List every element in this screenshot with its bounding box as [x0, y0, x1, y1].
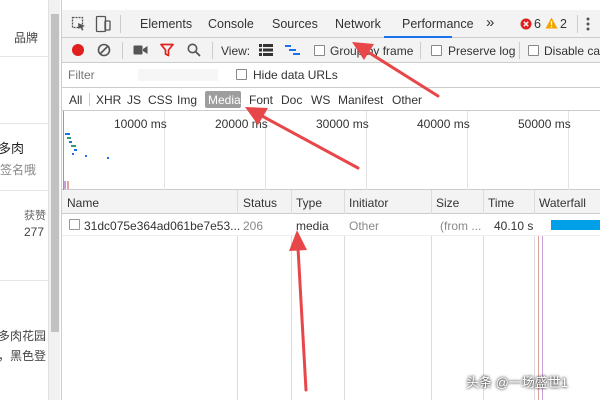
annotation-arrows	[245, 42, 440, 392]
arrow-to-network-tab	[352, 42, 440, 98]
watermark: 头条 @一场盛世1	[466, 375, 569, 390]
arrow-to-media-filter	[245, 107, 360, 170]
arrow-to-type-column	[289, 230, 308, 392]
